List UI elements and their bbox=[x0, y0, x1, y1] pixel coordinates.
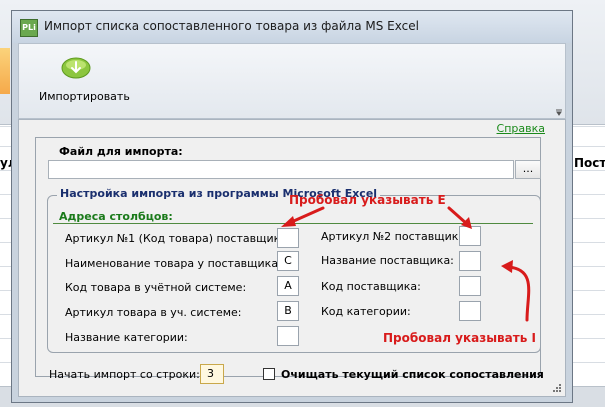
clear-list-checkbox[interactable] bbox=[263, 368, 275, 380]
toolbar-expand-icon[interactable] bbox=[555, 108, 563, 116]
start-row-label: Начать импорт со строки: bbox=[49, 368, 200, 381]
dialog-content: Справка Файл для импорта: ... Настройка … bbox=[18, 119, 566, 397]
import-arrow-icon bbox=[61, 57, 91, 79]
product-name-label: Наименование товара у поставщика: bbox=[65, 257, 282, 270]
browse-button[interactable]: ... bbox=[515, 160, 541, 179]
title-bar[interactable]: PLi Импорт списка сопоставленного товара… bbox=[12, 11, 572, 43]
columns-divider bbox=[53, 223, 533, 224]
article2-input[interactable] bbox=[459, 226, 481, 246]
import-button-label: Импортировать bbox=[39, 90, 130, 103]
app-icon: PLi bbox=[20, 19, 38, 37]
background-column-header-right: Пост bbox=[574, 156, 605, 170]
category-name-label: Название категории: bbox=[65, 331, 188, 344]
clear-list-label: Очищать текущий список сопоставления bbox=[281, 368, 544, 381]
article1-label: Артикул №1 (Код товара) поставщика: bbox=[65, 232, 291, 245]
file-label: Файл для импорта: bbox=[59, 145, 183, 158]
file-path-input[interactable] bbox=[48, 160, 514, 179]
resize-grip-icon[interactable] bbox=[552, 383, 562, 393]
import-button[interactable]: Импортировать bbox=[33, 50, 133, 112]
product-code-input[interactable]: A bbox=[277, 276, 299, 296]
window-title: Импорт списка сопоставленного товара из … bbox=[44, 19, 419, 33]
columns-title: Адреса столбцов: bbox=[59, 210, 173, 223]
help-link[interactable]: Справка bbox=[497, 122, 545, 135]
toolbar: Импортировать bbox=[18, 43, 566, 119]
product-name-input[interactable]: C bbox=[277, 251, 299, 271]
supplier-name-input[interactable] bbox=[459, 251, 481, 271]
annotation-bottom: Пробовал указывать I bbox=[383, 331, 536, 345]
background-ribbon-button bbox=[0, 48, 10, 94]
import-dialog: PLi Импорт списка сопоставленного товара… bbox=[11, 10, 573, 403]
product-article-input[interactable]: B bbox=[277, 301, 299, 321]
product-article-label: Артикул товара в уч. системе: bbox=[65, 306, 242, 319]
category-code-label: Код категории: bbox=[321, 305, 411, 318]
article2-label: Артикул №2 поставщика: bbox=[321, 230, 469, 243]
supplier-name-label: Название поставщика: bbox=[321, 254, 454, 267]
category-name-input[interactable] bbox=[277, 326, 299, 346]
supplier-code-label: Код поставщика: bbox=[321, 280, 421, 293]
article1-input[interactable] bbox=[277, 228, 299, 248]
category-code-input[interactable] bbox=[459, 301, 481, 321]
start-row-input[interactable]: 3 bbox=[200, 364, 224, 384]
annotation-top: Пробовал указывать E bbox=[289, 193, 446, 207]
product-code-label: Код товара в учётной системе: bbox=[65, 281, 247, 294]
supplier-code-input[interactable] bbox=[459, 276, 481, 296]
